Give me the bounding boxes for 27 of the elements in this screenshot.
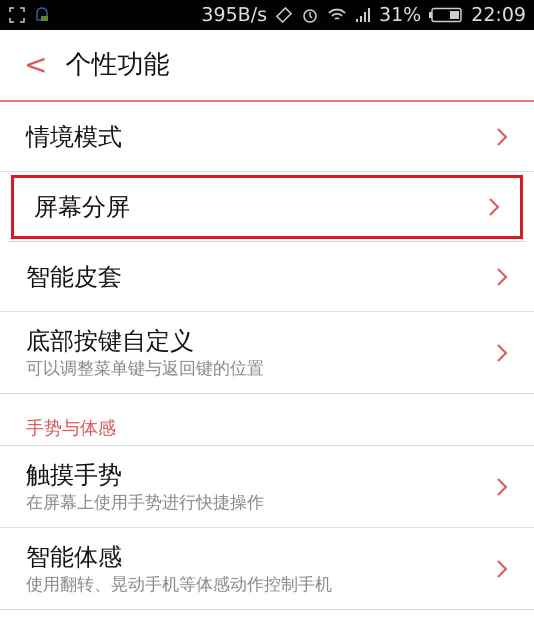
chevron-right-icon: [496, 342, 508, 362]
item-subtitle: 在屏幕上使用手势进行快捷操作: [26, 492, 265, 514]
item-title: 触摸手势: [26, 460, 123, 490]
chevron-right-icon: [488, 196, 500, 216]
chevron-right-icon: [496, 558, 508, 578]
item-title: 情境模式: [26, 122, 123, 152]
network-speed: 395B/s: [201, 2, 267, 28]
item-title: 智能皮套: [26, 262, 123, 292]
chevron-right-icon: [496, 266, 508, 286]
settings-item[interactable]: 屏幕分屏: [8, 172, 526, 242]
battery-icon: [429, 7, 464, 23]
rotate-icon: [275, 6, 293, 24]
screenshot-icon: [8, 6, 26, 24]
item-subtitle: 可以调整菜单键与返回键的位置: [26, 358, 265, 380]
item-title: 底部按键自定义: [26, 326, 195, 356]
chevron-right-icon: [496, 476, 508, 496]
item-title: 屏幕分屏: [34, 192, 131, 222]
notification-icon: [34, 6, 50, 24]
signal-icon: [355, 7, 371, 23]
back-button[interactable]: <: [24, 51, 48, 79]
chevron-right-icon: [496, 126, 508, 146]
battery-percent: 31%: [379, 2, 422, 28]
section-header: 手势与体感: [26, 417, 116, 441]
item-subtitle: 使用翻转、晃动手机等体感动作控制手机: [26, 574, 333, 596]
clock: 22:09: [471, 2, 526, 28]
item-title: 智能体感: [26, 542, 123, 572]
page-title: 个性功能: [65, 48, 170, 82]
